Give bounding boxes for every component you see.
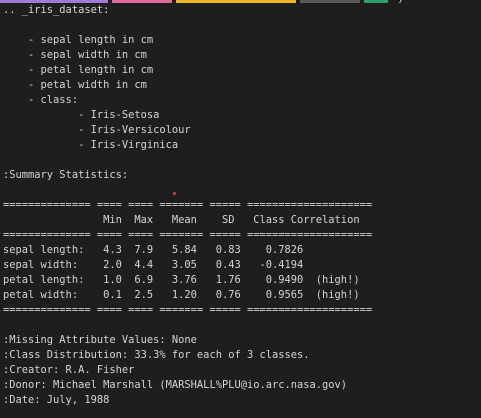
output-line: ============== ==== ==== ======= ===== =… (3, 199, 373, 211)
output-line: sepal width: 2.0 4.4 3.05 0.43 -0.4194 (3, 259, 304, 271)
output-line: - sepal width in cm (3, 49, 147, 61)
output-line: :Creator: R.A. Fisher (3, 364, 135, 376)
output-line: - Iris-Versicolour (3, 124, 191, 136)
output-line: :Missing Attribute Values: None (3, 334, 197, 346)
output-line: - Iris-Virginica (3, 139, 179, 151)
output-line: :Date: July, 1988 (3, 394, 110, 406)
output-line: - petal length in cm (3, 64, 154, 76)
output-line: sepal length: 4.3 7.9 5.84 0.83 0.7826 (3, 244, 304, 256)
output-line: - class: (3, 94, 79, 106)
cursor-marker (173, 192, 176, 195)
output-line: :Summary Statistics: (3, 169, 129, 181)
output-line: - sepal length in cm (3, 34, 154, 46)
output-line: - petal width in cm (3, 79, 147, 91)
output-line: :Donor: Michael Marshall (MARSHALL%PLU@i… (3, 379, 348, 391)
output-line: - Iris-Setosa (3, 109, 160, 121)
output-line: ============== ==== ==== ======= ===== =… (3, 229, 373, 241)
cell-output: .. _iris_dataset: - sepal length in cm -… (3, 3, 481, 408)
output-line: petal length: 1.0 6.9 3.76 1.76 0.9490 (… (3, 274, 360, 286)
output-line: :Class Distribution: 33.3% for each of 3… (3, 349, 310, 361)
output-line: ============== ==== ==== ======= ===== =… (3, 304, 373, 316)
output-line: .. _iris_dataset: (3, 4, 110, 16)
notebook-output-page: { "theme": { "background": "#1e1e1e", "t… (0, 0, 481, 418)
output-line: petal width: 0.1 2.5 1.20 0.76 0.9565 (h… (3, 289, 360, 301)
output-line: Min Max Mean SD Class Correlation (3, 214, 360, 226)
